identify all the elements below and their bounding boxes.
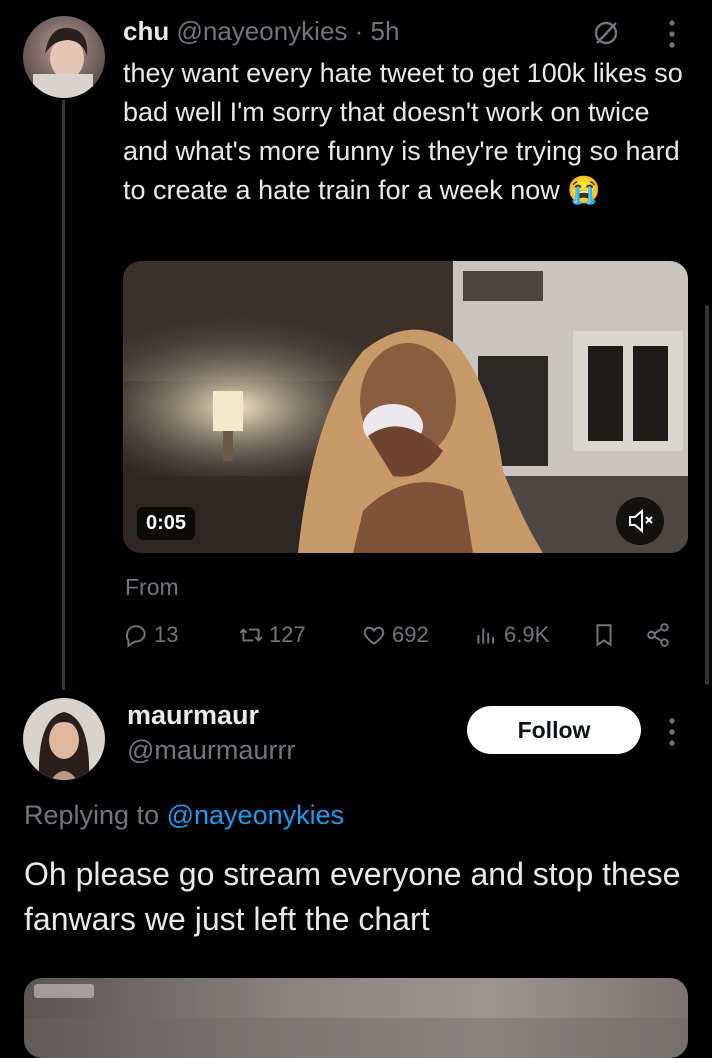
- media-source[interactable]: From: [125, 574, 179, 601]
- author-avatar[interactable]: [23, 16, 105, 98]
- reply-action[interactable]: 13: [123, 622, 178, 648]
- bookmark-action[interactable]: [591, 622, 617, 648]
- tweet-actions: 13 127 692 6.9K: [123, 622, 683, 658]
- follow-button[interactable]: Follow: [467, 706, 641, 754]
- header-separator: ·: [354, 16, 364, 46]
- views-count: 6.9K: [504, 622, 550, 647]
- replying-to-handle[interactable]: @nayeonykies: [167, 800, 345, 830]
- views-action[interactable]: 6.9K: [473, 622, 549, 648]
- tweet-time[interactable]: 5h: [371, 16, 400, 46]
- mute-icon[interactable]: [616, 497, 664, 545]
- share-icon: [647, 623, 669, 647]
- repost-count: 127: [269, 622, 306, 647]
- author-handle[interactable]: @nayeonykies: [176, 16, 347, 46]
- more-icon[interactable]: [662, 16, 682, 52]
- crying-emoji: 😭: [567, 175, 601, 205]
- share-action[interactable]: [645, 622, 671, 648]
- like-count: 692: [392, 622, 429, 647]
- reply-more-icon[interactable]: [662, 714, 682, 750]
- reply-count: 13: [154, 622, 179, 647]
- views-icon: [477, 628, 495, 644]
- reply-author-handle[interactable]: @maurmaurrr: [127, 735, 295, 766]
- repost-icon: [239, 628, 263, 642]
- reply-author-avatar[interactable]: [23, 698, 105, 780]
- author-name[interactable]: chu: [123, 16, 169, 46]
- reply-author-name[interactable]: maurmaur: [127, 700, 259, 731]
- reply-icon: [125, 625, 146, 648]
- thread-line: [62, 100, 65, 690]
- like-action[interactable]: 692: [361, 622, 429, 648]
- reply-media[interactable]: [24, 978, 688, 1058]
- video-frame: [123, 261, 688, 553]
- video-duration: 0:05: [137, 507, 196, 540]
- video-player[interactable]: 0:05: [123, 261, 688, 553]
- bookmark-icon: [596, 624, 612, 647]
- reply-text: Oh please go stream everyone and stop th…: [24, 856, 681, 937]
- replying-to: Replying to @nayeonykies: [24, 800, 344, 831]
- tweet-header: chu @nayeonykies · 5h: [123, 14, 399, 48]
- repost-action[interactable]: 127: [238, 622, 306, 648]
- replying-prefix: Replying to: [24, 800, 160, 830]
- scrollbar[interactable]: [705, 305, 709, 685]
- tweet-text: they want every hate tweet to get 100k l…: [123, 54, 683, 210]
- no-repost-icon[interactable]: [591, 18, 621, 48]
- like-icon: [363, 626, 385, 645]
